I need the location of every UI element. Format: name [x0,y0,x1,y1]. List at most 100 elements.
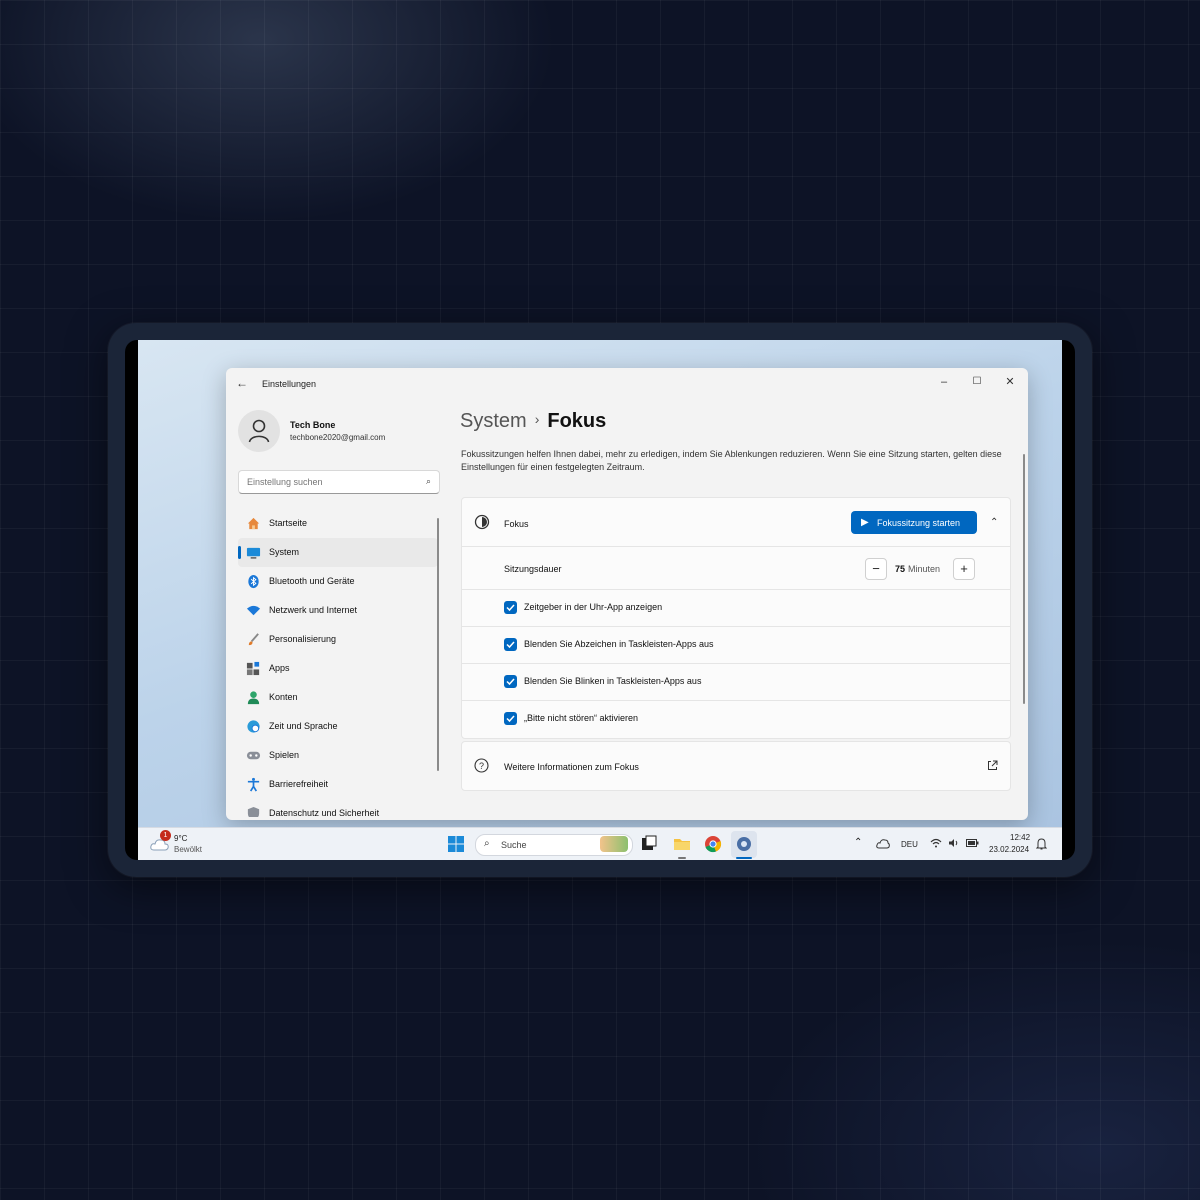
chrome-icon[interactable] [704,835,722,853]
focus-card: Fokus ▶ Fokussitzung starten ⌃ Sitzungsd… [461,497,1011,739]
accessibility-icon [247,777,260,792]
sidebar-item-personalisierung[interactable]: Personalisierung [238,625,438,654]
duration-unit: Minuten [908,564,941,574]
sidebar-item-datenschutz[interactable]: Datenschutz und Sicherheit [238,799,438,817]
check-icon [506,678,515,686]
decrease-duration-button[interactable]: − [865,558,887,580]
onedrive-icon[interactable] [876,837,890,849]
option-label: „Bitte nicht stören“ aktivieren [524,713,639,723]
option-row[interactable]: Blenden Sie Abzeichen in Taskleisten-App… [462,626,1010,663]
sidebar-item-apps[interactable]: Apps [238,654,438,683]
duration-value: 75 [895,564,906,574]
profile-name: Tech Bone [290,420,336,430]
globe-clock-icon [247,720,260,733]
chevron-up-icon[interactable]: ⌃ [990,517,998,528]
check-icon [506,641,515,649]
arrow-left-icon[interactable]: ← [236,376,248,390]
minimize-button[interactable]: – [928,372,960,392]
increase-duration-button[interactable]: + [953,558,975,580]
sidebar-scrollbar[interactable] [437,518,439,771]
info-link[interactable]: Weitere Informationen zum Fokus [504,762,639,772]
language-indicator[interactable]: DEU [901,840,918,849]
sidebar-nav: Startseite System Bluetooth und Geräte N… [238,509,438,817]
settings-search[interactable]: ⌕ [238,470,440,494]
clock-date[interactable]: 23.02.2024 [989,845,1029,854]
avatar[interactable] [238,410,280,452]
active-indicator [238,546,241,559]
volume-icon[interactable] [948,838,959,848]
focus-icon [474,514,490,530]
battery-icon[interactable] [966,839,979,847]
bluetooth-icon [248,574,259,589]
page-title: Fokus [547,410,607,432]
profile-email: techbone2020@gmail.com [290,433,386,442]
info-card[interactable]: ? Weitere Informationen zum Fokus [461,741,1011,791]
windows-start-icon[interactable] [447,835,465,853]
option-label: Zeitgeber in der Uhr-App anzeigen [524,602,663,612]
weather-condition: Bewölkt [174,845,203,854]
notification-bell-icon[interactable] [1036,838,1047,850]
breadcrumb-parent[interactable]: System [460,410,527,432]
weather-temp: 9°C [174,834,188,843]
running-indicator [678,857,686,859]
wifi-icon[interactable] [930,838,942,848]
close-button[interactable]: ✕ [994,372,1026,392]
option-row[interactable]: Zeitgeber in der Uhr-App anzeigen [462,589,1010,626]
title-bar: ← Einstellungen – ☐ ✕ [226,368,1028,400]
chevron-up-icon[interactable]: ⌃ [854,837,862,848]
main-scrollbar[interactable] [1023,454,1025,704]
home-icon [247,517,260,530]
breadcrumb: System › Fokus [460,410,606,433]
sidebar-item-zeit[interactable]: Zeit und Sprache [238,712,438,741]
duration-row: Sitzungsdauer − 75 Minuten + [462,546,1010,589]
sidebar-item-bluetooth[interactable]: Bluetooth und Geräte [238,567,438,596]
search-input[interactable] [245,474,419,490]
chevron-right-icon: › [534,411,540,427]
settings-gear-icon[interactable] [735,835,753,853]
sidebar-item-spielen[interactable]: Spielen [238,741,438,770]
settings-window: ← Einstellungen – ☐ ✕ Tech Bone techbone… [226,368,1028,820]
task-view-icon[interactable] [640,835,658,853]
page-description: Fokussitzungen helfen Ihnen dabei, mehr … [461,449,1002,472]
maximize-button[interactable]: ☐ [961,372,993,392]
active-app-indicator [736,857,752,859]
notification-badge: 1 [160,830,171,841]
sidebar-item-konten[interactable]: Konten [238,683,438,712]
sidebar-item-netzwerk[interactable]: Netzwerk und Internet [238,596,438,625]
gamepad-icon [246,751,261,760]
focus-title: Fokus [504,519,529,529]
option-label: Blenden Sie Blinken in Taskleisten-Apps … [524,676,702,686]
sidebar-item-startseite[interactable]: Startseite [238,509,438,538]
help-icon: ? [474,758,489,773]
sidebar-item-barrierefreiheit[interactable]: Barrierefreiheit [238,770,438,799]
checkbox[interactable] [504,638,517,651]
start-focus-session-button[interactable]: ▶ Fokussitzung starten [851,511,977,534]
search-icon: ⌕ [425,476,431,486]
screen-bezel: ← Einstellungen – ☐ ✕ Tech Bone techbone… [125,340,1075,860]
search-highlight-icon [600,836,628,852]
clock-time[interactable]: 12:42 [1010,833,1030,842]
play-icon: ▶ [861,517,869,528]
taskbar: 1 9°C Bewölkt ⌕ Suche ⌃ DEU 12:42 23.02.… [138,827,1062,860]
system-icon [246,547,261,559]
svg-text:?: ? [479,761,484,771]
external-link-icon[interactable] [987,760,998,771]
option-row[interactable]: „Bitte nicht stören“ aktivieren [462,700,1010,738]
apps-icon [246,661,260,676]
taskbar-search[interactable]: ⌕ Suche [475,834,633,856]
desktop: ← Einstellungen – ☐ ✕ Tech Bone techbone… [138,340,1062,860]
sidebar-item-system[interactable]: System [238,538,438,567]
wifi-icon [246,605,261,616]
taskbar-search-label: Suche [501,840,527,850]
file-explorer-icon[interactable] [673,835,691,853]
checkbox[interactable] [504,712,517,725]
search-icon: ⌕ [484,838,490,849]
check-icon [506,604,515,612]
check-icon [506,715,515,723]
shield-icon [247,806,260,817]
user-icon [248,419,270,443]
checkbox[interactable] [504,601,517,614]
option-row[interactable]: Blenden Sie Blinken in Taskleisten-Apps … [462,663,1010,700]
account-icon [247,691,260,705]
checkbox[interactable] [504,675,517,688]
